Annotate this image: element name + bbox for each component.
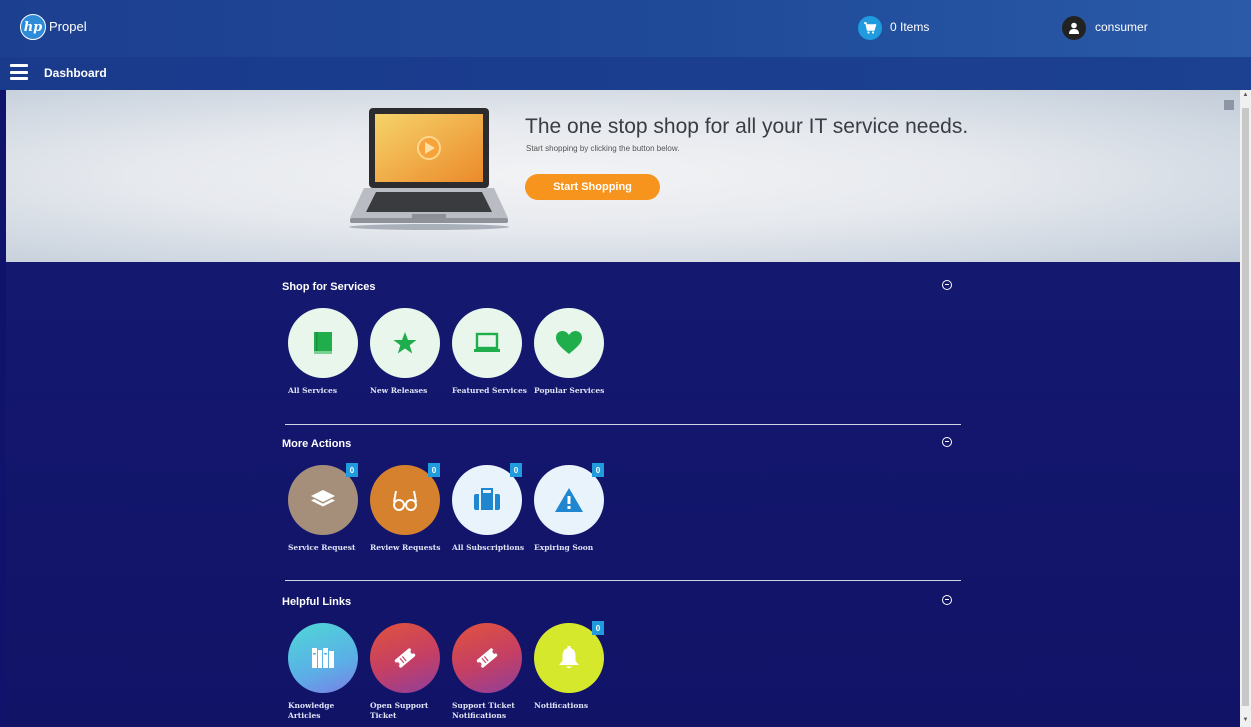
laptop-illustration — [349, 108, 509, 230]
collapse-icon[interactable] — [942, 595, 952, 605]
page-title: Dashboard — [44, 66, 107, 80]
bookshelf-icon — [288, 623, 358, 693]
sub-bar: Dashboard — [0, 57, 1251, 90]
scrollbar-thumb[interactable] — [1242, 108, 1249, 706]
tile-label: New Releases — [370, 386, 428, 395]
cart-count-label[interactable]: 0 Items — [890, 20, 929, 34]
tile-label: Review Requests — [370, 543, 441, 552]
section-divider — [285, 424, 961, 425]
tile-label: Support Ticket Notifications — [452, 701, 542, 721]
tile-label-line2: Ticket — [370, 711, 397, 720]
menu-icon[interactable] — [10, 64, 28, 80]
user-icon[interactable] — [1062, 16, 1086, 40]
tile-label-line1: Knowledge — [288, 701, 335, 710]
expand-icon[interactable] — [1224, 100, 1234, 110]
count-badge: 0 — [592, 463, 604, 477]
scroll-up-icon[interactable]: ▲ — [1242, 92, 1249, 100]
ticket-icon — [452, 623, 522, 693]
count-badge: 0 — [510, 463, 522, 477]
section-title: Shop for Services — [282, 281, 376, 293]
tile-label: Expiring Soon — [534, 543, 594, 552]
heart-icon — [534, 308, 604, 378]
count-badge: 0 — [428, 463, 440, 477]
section-title: Helpful Links — [282, 596, 352, 608]
user-name[interactable]: consumer — [1095, 20, 1148, 34]
ticket-icon — [370, 623, 440, 693]
count-badge: 0 — [592, 621, 604, 635]
section-title: More Actions — [282, 438, 352, 450]
tile-label-line1: Open Support — [370, 701, 429, 710]
hp-logo[interactable]: hp — [20, 14, 46, 40]
tile-label: Open Support Ticket — [370, 701, 460, 721]
tile-label-line1: Support Ticket — [452, 701, 515, 710]
scrollbar[interactable]: ▲ ▼ — [1240, 90, 1251, 727]
section-divider — [285, 580, 961, 581]
book-icon — [288, 308, 358, 378]
count-badge: 0 — [346, 463, 358, 477]
start-shopping-button[interactable]: Start Shopping — [525, 174, 660, 200]
tile-label: Notifications — [534, 701, 624, 711]
tile-label: Popular Services — [534, 386, 605, 395]
tile-label: Knowledge Articles — [288, 701, 378, 721]
tile-label-line2: Notifications — [452, 711, 507, 720]
hero-banner: The one stop shop for all your IT servic… — [6, 90, 1240, 262]
cart-icon[interactable] — [858, 16, 882, 40]
tile-label: Service Request — [288, 543, 356, 552]
banner-title: The one stop shop for all your IT servic… — [525, 115, 969, 138]
star-icon — [370, 308, 440, 378]
collapse-icon[interactable] — [942, 280, 952, 290]
laptop-icon — [452, 308, 522, 378]
app-name[interactable]: Propel — [49, 19, 87, 34]
tile-label-line1: Notifications — [534, 701, 589, 710]
tile-label: All Subscriptions — [452, 543, 525, 552]
tile-label-line2: Articles — [288, 711, 321, 720]
banner-subtitle: Start shopping by clicking the button be… — [526, 144, 680, 153]
scroll-down-icon[interactable]: ▼ — [1242, 717, 1249, 725]
dashboard-content — [6, 262, 1240, 727]
collapse-icon[interactable] — [942, 437, 952, 447]
top-bar: hp Propel 0 Items consumer — [0, 0, 1251, 57]
tile-label: Featured Services — [452, 386, 527, 395]
tile-label: All Services — [288, 386, 338, 395]
